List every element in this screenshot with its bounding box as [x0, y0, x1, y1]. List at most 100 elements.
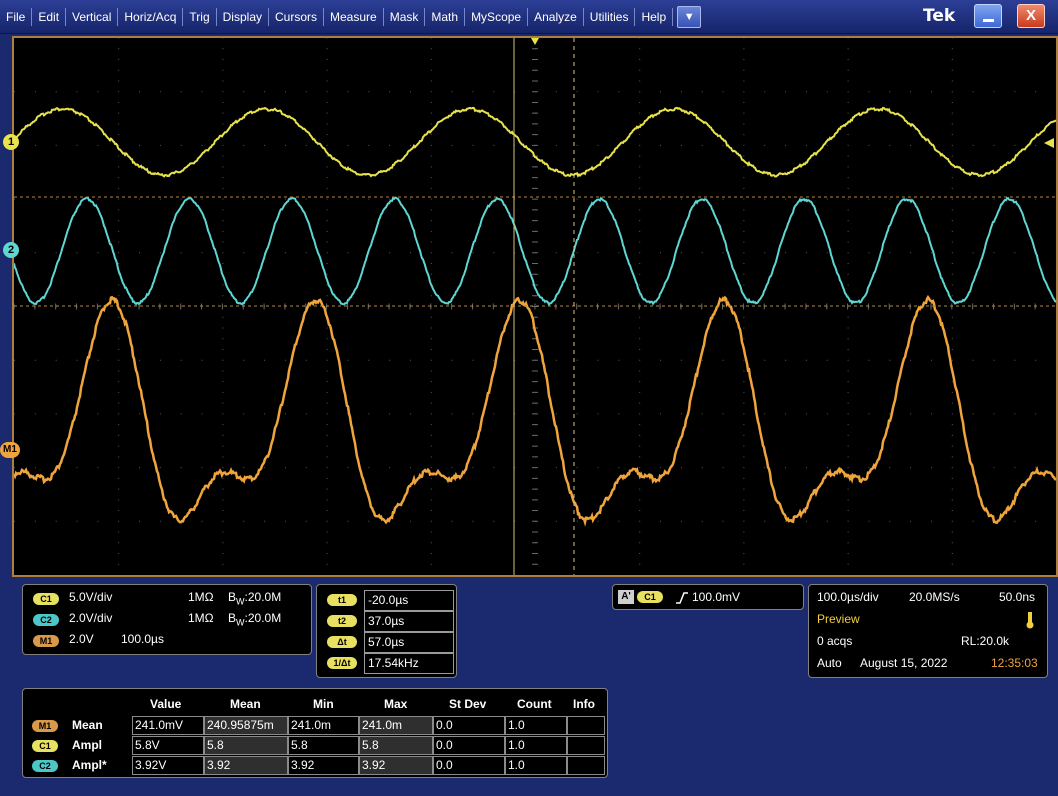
- time-resolution: 50.0ns: [999, 590, 1036, 604]
- menu-math[interactable]: Math: [425, 8, 466, 26]
- meas-row-source-badge[interactable]: C1: [32, 740, 58, 752]
- cursor-readout-panel[interactable]: t1 -20.0µs t2 37.0µs Δt 57.0µs 1/Δt 17.5…: [316, 584, 457, 678]
- c1-badge[interactable]: C1: [33, 593, 59, 605]
- time-display: 12:35:03: [991, 656, 1038, 670]
- m1-position-marker[interactable]: M1: [0, 442, 20, 458]
- graticule-center-ticks: [14, 38, 1036, 565]
- cursor-t1-value: -20.0µs: [364, 590, 454, 611]
- meas-cell-mean: 240.95875m: [204, 716, 288, 735]
- brand-logo: Tek: [923, 6, 956, 26]
- menu-horiz-acq[interactable]: Horiz/Acq: [118, 8, 184, 26]
- c2-badge[interactable]: C2: [33, 614, 59, 626]
- menu-help[interactable]: Help: [635, 8, 674, 26]
- thermometer-icon: [1026, 612, 1034, 629]
- col-header-count: Count: [517, 697, 552, 711]
- trigger-mode: Auto: [817, 656, 842, 670]
- date-display: August 15, 2022: [860, 656, 948, 670]
- c1-impedance: 1MΩ: [188, 590, 214, 604]
- c2-scale: 2.0V/div: [69, 611, 113, 625]
- menu-trig[interactable]: Trig: [183, 8, 217, 26]
- trigger-panel[interactable]: A' C1 100.0mV: [612, 584, 804, 610]
- minimize-button[interactable]: [974, 4, 1002, 28]
- meas-row-type: Ampl*: [72, 758, 107, 772]
- col-header-max: Max: [384, 697, 408, 711]
- meas-cell-count: 1.0: [505, 756, 567, 775]
- close-button[interactable]: X: [1017, 4, 1045, 28]
- cursor-inv-delta-badge[interactable]: 1/Δt: [327, 657, 357, 669]
- meas-cell-min: 3.92: [288, 756, 359, 775]
- menu-cursors[interactable]: Cursors: [269, 8, 325, 26]
- col-header-stdev: St Dev: [449, 697, 487, 711]
- menu-display[interactable]: Display: [217, 8, 269, 26]
- menu-items: File Edit Vertical Horiz/Acq Trig Displa…: [0, 0, 702, 34]
- cursor-delta-badge[interactable]: Δt: [327, 636, 357, 648]
- rising-edge-icon: [676, 592, 688, 604]
- sample-rate: 20.0MS/s: [909, 590, 960, 604]
- c2-impedance: 1MΩ: [188, 611, 214, 625]
- m1-scale: 2.0V: [69, 632, 94, 646]
- col-header-mean: Mean: [230, 697, 261, 711]
- c1-bandwidth: BW:20.0M: [228, 590, 282, 607]
- waveform-display[interactable]: [12, 36, 1058, 577]
- cursor-t2-badge[interactable]: t2: [327, 615, 357, 627]
- meas-cell-value: 3.92V: [132, 756, 204, 775]
- meas-cell-mean: 5.8: [204, 736, 288, 755]
- record-length: RL:20.0k: [961, 634, 1010, 648]
- waveform-graticule: [14, 38, 1056, 575]
- menu-bar: File Edit Vertical Horiz/Acq Trig Displa…: [0, 0, 1058, 34]
- m1-time: 100.0µs: [121, 632, 164, 646]
- col-header-value: Value: [150, 697, 182, 711]
- measurement-table[interactable]: Value Mean Min Max St Dev Count Info M1 …: [22, 688, 608, 778]
- col-header-info: Info: [573, 697, 595, 711]
- menu-dropdown-button[interactable]: ▼: [677, 6, 702, 28]
- c1-scale: 5.0V/div: [69, 590, 113, 604]
- meas-cell-min: 241.0m: [288, 716, 359, 735]
- trigger-mode-badge: A': [618, 590, 634, 604]
- ch2-position-marker[interactable]: 2: [3, 242, 19, 258]
- oscilloscope-app: File Edit Vertical Horiz/Acq Trig Displa…: [0, 0, 1058, 796]
- c2-bandwidth: BW:20.0M: [228, 611, 282, 628]
- meas-cell-value: 5.8V: [132, 736, 204, 755]
- meas-cell-count: 1.0: [505, 716, 567, 735]
- meas-cell-stdev: 0.0: [433, 716, 505, 735]
- cursor-inv-delta-value: 17.54kHz: [364, 653, 454, 674]
- cursor-t1-badge[interactable]: t1: [327, 594, 357, 606]
- meas-cell-mean: 3.92: [204, 756, 288, 775]
- vertical-settings-panel[interactable]: C1 5.0V/div 1MΩ BW:20.0M C2 2.0V/div 1MΩ…: [22, 584, 312, 655]
- meas-cell-stdev: 0.0: [433, 756, 505, 775]
- m1-badge[interactable]: M1: [33, 635, 59, 647]
- meas-cell-min: 5.8: [288, 736, 359, 755]
- meas-cell-info: [567, 756, 605, 775]
- trigger-level-icon: [1044, 138, 1054, 148]
- meas-cell-value: 241.0mV: [132, 716, 204, 735]
- meas-row-source-badge[interactable]: C2: [32, 760, 58, 772]
- meas-cell-count: 1.0: [505, 736, 567, 755]
- meas-row-source-badge[interactable]: M1: [32, 720, 58, 732]
- menu-mask[interactable]: Mask: [384, 8, 426, 26]
- meas-cell-max: 3.92: [359, 756, 433, 775]
- ch1-position-marker[interactable]: 1: [3, 134, 19, 150]
- menu-measure[interactable]: Measure: [324, 8, 384, 26]
- horizontal-acquisition-panel[interactable]: 100.0µs/div 20.0MS/s 50.0ns Preview 0 ac…: [808, 584, 1048, 678]
- menu-edit[interactable]: Edit: [32, 8, 67, 26]
- menu-vertical[interactable]: Vertical: [66, 8, 119, 26]
- menu-utilities[interactable]: Utilities: [584, 8, 636, 26]
- ch1-waveform: [14, 106, 1056, 178]
- meas-row-type: Ampl: [72, 738, 102, 752]
- acquisition-count: 0 acqs: [817, 634, 853, 648]
- graticule-grid: [14, 38, 1037, 565]
- meas-cell-info: [567, 736, 605, 755]
- menu-myscope[interactable]: MyScope: [465, 8, 529, 26]
- meas-row-type: Mean: [72, 718, 103, 732]
- meas-cell-max: 241.0m: [359, 716, 433, 735]
- menu-file[interactable]: File: [0, 8, 33, 26]
- minimize-icon: [983, 19, 994, 22]
- trigger-level: 100.0mV: [692, 590, 741, 604]
- trigger-source-badge[interactable]: C1: [637, 591, 663, 603]
- meas-cell-stdev: 0.0: [433, 736, 505, 755]
- horizontal-scale: 100.0µs/div: [817, 590, 879, 604]
- acquisition-status: Preview: [817, 612, 860, 626]
- menu-analyze[interactable]: Analyze: [528, 8, 584, 26]
- meas-cell-max: 5.8: [359, 736, 433, 755]
- meas-cell-info: [567, 716, 605, 735]
